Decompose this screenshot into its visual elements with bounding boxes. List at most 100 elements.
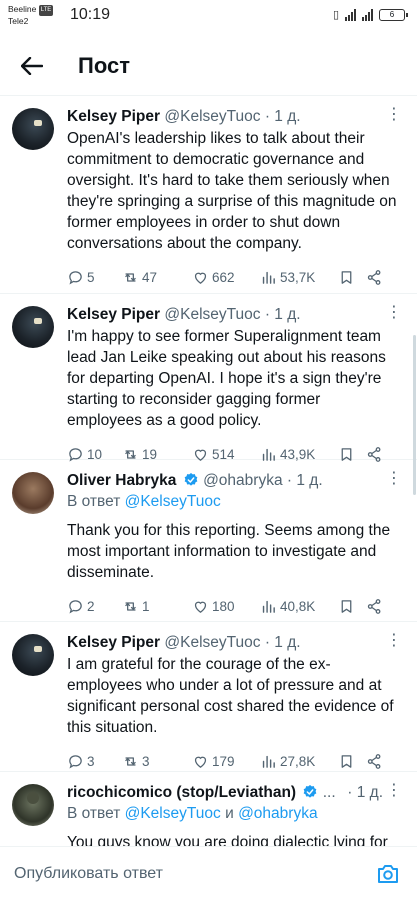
author-handle[interactable]: @ohabryka [203,472,283,489]
views-button[interactable]: 27,8K [260,753,338,770]
tweet-text: Thank you for this reporting. Seems amon… [67,522,391,581]
reply-count: 2 [87,598,95,614]
scrollbar[interactable] [413,335,416,495]
bookmark-icon [341,599,352,613]
page-title: Пост [78,52,130,78]
bookmark-button[interactable] [338,598,366,615]
share-icon [367,598,381,614]
more-options-icon[interactable]: ⋮ [386,302,403,322]
lte-badge: LTE [38,5,54,16]
back-button[interactable] [18,52,46,80]
tweet-text: I am grateful for the courage of the ex-… [67,656,394,736]
share-button[interactable] [366,269,386,286]
author-name[interactable]: Kelsey Piper [67,108,160,125]
carrier-info: Beeline LTE Tele2 [8,4,54,27]
tweet-time: · 1 д. [347,784,383,801]
reply-composer [0,846,417,900]
like-button[interactable]: 179 [192,753,260,770]
tweet-time: · 1 д. [286,472,323,489]
views-icon [262,600,275,613]
tweet-actions: 5 47 662 53,7K [67,258,403,296]
views-count: 40,8K [280,598,316,614]
reply-button[interactable]: 2 [67,598,122,615]
vibrate-icon: ▯ [332,9,339,21]
reply-to-line: В ответ @KelseyTuoc [67,491,403,512]
like-button[interactable]: 662 [192,269,260,286]
tweet-time: · 1 д. [264,108,301,125]
tweet-text: You guys know you are doing dialectic ly… [67,834,388,846]
views-icon [262,271,275,284]
like-count: 179 [212,753,235,769]
bookmark-button[interactable] [338,269,366,286]
author-name[interactable]: Kelsey Piper [67,306,160,323]
avatar[interactable] [12,784,54,826]
like-count: 662 [212,269,235,285]
tweet-author-line: Oliver Habryka @ohabryka · 1 д. [67,470,403,491]
retweet-button[interactable]: 47 [122,269,192,286]
more-options-icon[interactable]: ⋮ [386,630,403,650]
retweet-button[interactable]: 1 [122,598,192,615]
reply-count: 3 [87,753,95,769]
like-icon [194,756,207,768]
avatar[interactable] [12,472,54,514]
author-handle[interactable]: @KelseyTuoc [164,634,260,651]
retweet-count: 47 [142,269,158,285]
more-options-icon[interactable]: ⋮ [386,468,403,488]
reply-mention[interactable]: @KelseyTuoc [125,493,221,510]
reply-mention[interactable]: @ohabryka [238,805,318,822]
reply-joiner: и [225,805,234,822]
retweet-count: 1 [142,598,150,614]
share-button[interactable] [366,753,386,770]
carrier-1: Beeline [8,4,37,14]
author-handle[interactable]: ... [323,784,336,801]
reply-prefix: В ответ [67,805,121,822]
tweet[interactable]: ricochicomico (stop/Leviathan) ... · 1 д… [0,772,417,846]
reply-to-line: В ответ @KelseyTuoc и @ohabryka [67,803,403,824]
battery-icon: 6 [379,8,408,21]
tweet[interactable]: Kelsey Piper @KelseyTuoc · 1 д. ⋮ OpenAI… [0,96,417,294]
avatar[interactable] [12,108,54,150]
signal-2-icon [362,8,373,21]
back-arrow-icon [21,56,43,75]
reply-count: 5 [87,269,95,285]
views-button[interactable]: 53,7K [260,269,338,286]
status-clock: 10:19 [70,6,111,23]
bookmark-icon [341,754,352,768]
tweet[interactable]: Oliver Habryka @ohabryka · 1 д. ⋮ В отве… [0,460,417,622]
tweet-actions: 2 1 180 40,8K [67,587,403,625]
like-button[interactable]: 180 [192,598,260,615]
author-name[interactable]: Oliver Habryka [67,472,176,489]
share-icon [367,269,381,285]
retweet-button[interactable]: 3 [122,753,192,770]
tweet[interactable]: Kelsey Piper @KelseyTuoc · 1 д. ⋮ I'm ha… [0,294,417,462]
more-options-icon[interactable]: ⋮ [386,104,403,124]
author-handle[interactable]: @KelseyTuoc [164,306,260,323]
share-icon [367,753,381,769]
reply-icon [69,599,82,614]
signal-icon [345,8,356,21]
more-options-icon[interactable]: ⋮ [386,780,403,800]
author-name[interactable]: ricochicomico (stop/Leviathan) [67,784,296,801]
camera-button[interactable] [373,859,403,889]
avatar[interactable] [12,306,54,348]
author-handle[interactable]: @KelseyTuoc [164,108,260,125]
author-name[interactable]: Kelsey Piper [67,634,160,651]
retweet-count: 3 [142,753,150,769]
share-button[interactable] [366,598,386,615]
reply-button[interactable]: 3 [67,753,122,770]
views-button[interactable]: 40,8K [260,598,338,615]
reply-icon [69,270,82,285]
reply-thread[interactable]: Kelsey Piper @KelseyTuoc · 1 д. ⋮ OpenAI… [0,96,417,846]
reply-button[interactable]: 5 [67,269,122,286]
reply-mention[interactable]: @KelseyTuoc [125,805,221,822]
verified-icon [184,473,198,486]
tweet-author-line: Kelsey Piper @KelseyTuoc · 1 д. [67,106,403,127]
reply-input[interactable] [14,864,373,883]
avatar[interactable] [12,634,54,676]
views-count: 53,7K [280,269,316,285]
bookmark-button[interactable] [338,753,366,770]
tweet[interactable]: Kelsey Piper @KelseyTuoc · 1 д. ⋮ I am g… [0,622,417,772]
top-app-bar: Пост [0,36,417,96]
reply-icon [69,754,82,769]
like-icon [194,601,207,613]
